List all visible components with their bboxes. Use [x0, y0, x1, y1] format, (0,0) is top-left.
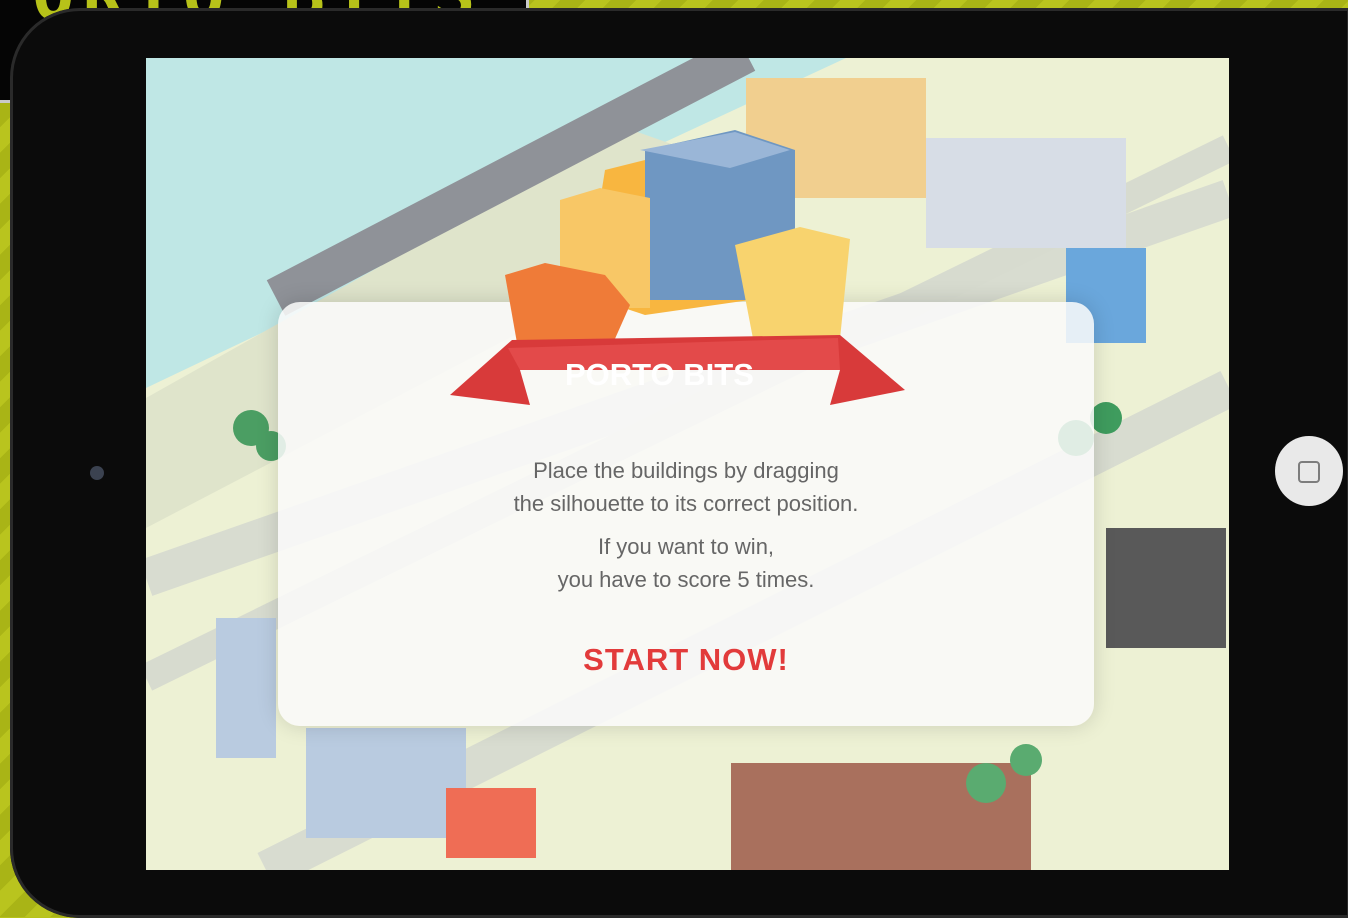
win-text: If you want to win, you have to score 5 … [278, 530, 1094, 596]
instruction-line-1: Place the buildings by dragging [533, 458, 839, 483]
instruction-line-2: the silhouette to its correct position. [513, 491, 859, 516]
start-now-button[interactable]: START NOW! [278, 642, 1094, 678]
win-line-2: you have to score 5 times. [557, 567, 815, 592]
camera-icon [90, 466, 104, 480]
home-square-icon [1298, 461, 1320, 483]
win-line-1: If you want to win, [597, 534, 775, 559]
instruction-text: Place the buildings by dragging the silh… [278, 454, 1094, 520]
home-button[interactable] [1275, 436, 1343, 506]
porto-bits-logo: PORTO BITS [450, 130, 905, 405]
logo-banner-text: PORTO BITS [565, 357, 754, 392]
